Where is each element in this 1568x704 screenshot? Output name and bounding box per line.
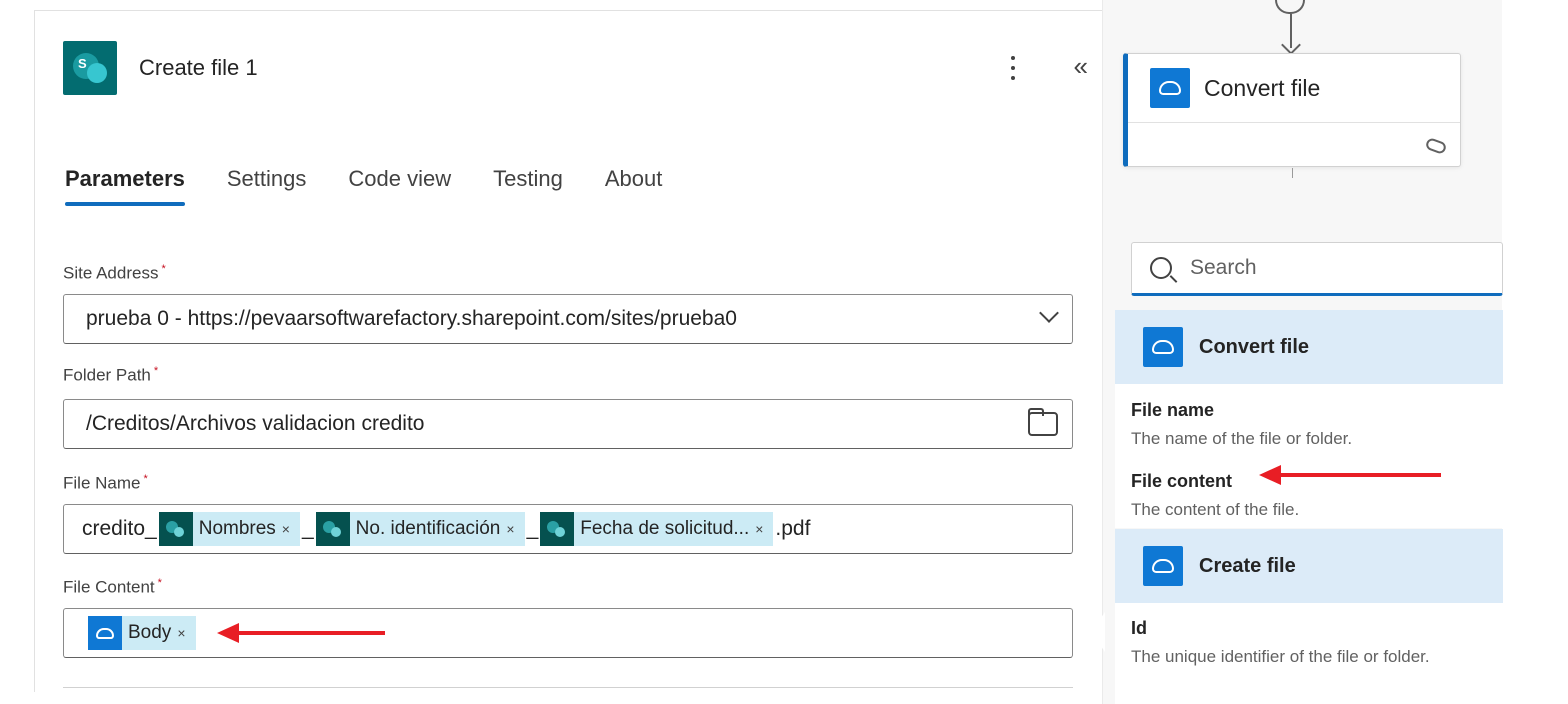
group-convert-file[interactable]: Convert file bbox=[1115, 310, 1503, 384]
collapse-icon[interactable]: « bbox=[1074, 51, 1089, 82]
file-name-prefix: credito_ bbox=[82, 517, 157, 540]
folder-path-value: /Creditos/Archivos validacion credito bbox=[86, 412, 425, 435]
chevron-down-icon[interactable] bbox=[1039, 303, 1059, 323]
annotation-arrow bbox=[1259, 465, 1441, 485]
folder-icon[interactable] bbox=[1028, 408, 1058, 436]
search-icon bbox=[1150, 257, 1172, 279]
cloud-icon bbox=[1143, 546, 1183, 586]
sharepoint-icon bbox=[315, 512, 350, 546]
dynamic-item-file-name[interactable]: File name The name of the file or folder… bbox=[1131, 400, 1501, 449]
remove-token-icon[interactable]: × bbox=[506, 521, 514, 537]
tab-bar: Parameters Settings Code view Testing Ab… bbox=[65, 166, 704, 206]
dynamic-item-file-content[interactable]: File content The content of the file. bbox=[1131, 471, 1501, 520]
node-title: Convert file bbox=[1204, 74, 1321, 101]
sharepoint-icon bbox=[540, 512, 575, 546]
token-body[interactable]: Body × bbox=[88, 616, 196, 650]
annotation-arrow bbox=[217, 623, 385, 643]
divider bbox=[63, 687, 1073, 688]
flow-connector bbox=[1275, 0, 1305, 14]
token-no-identificacion[interactable]: No. identificación × bbox=[315, 512, 525, 546]
action-title[interactable]: Create file 1 bbox=[139, 55, 258, 81]
tab-settings[interactable]: Settings bbox=[227, 166, 307, 206]
cloud-icon bbox=[1143, 327, 1183, 367]
cloud-icon bbox=[1150, 68, 1190, 108]
sharepoint-icon: S bbox=[63, 41, 117, 95]
panel-header: S Create file 1 « bbox=[63, 41, 1089, 95]
site-address-value: prueba 0 - https://pevaarsoftwarefactory… bbox=[86, 307, 737, 330]
site-address-label: Site Address * bbox=[63, 263, 166, 283]
file-name-label: File Name * bbox=[63, 473, 148, 493]
remove-token-icon[interactable]: × bbox=[755, 521, 763, 537]
file-name-separator: _ bbox=[526, 517, 539, 540]
folder-path-input[interactable]: /Creditos/Archivos validacion credito bbox=[63, 399, 1073, 449]
dynamic-content-search[interactable]: Search bbox=[1131, 242, 1503, 296]
file-name-separator: _ bbox=[301, 517, 314, 540]
remove-token-icon[interactable]: × bbox=[177, 625, 185, 641]
token-nombres[interactable]: Nombres × bbox=[158, 512, 300, 546]
file-name-input[interactable]: credito_ Nombres × _ No. identificación × … bbox=[63, 504, 1073, 554]
action-details-panel: S Create file 1 « Parameters Settings Co… bbox=[34, 10, 1102, 692]
more-icon[interactable] bbox=[1008, 53, 1018, 83]
file-content-label: File Content * bbox=[63, 577, 162, 597]
file-content-input[interactable]: Body × bbox=[63, 608, 1073, 658]
tab-testing[interactable]: Testing bbox=[493, 166, 563, 206]
tab-code-view[interactable]: Code view bbox=[348, 166, 451, 206]
flow-arrow-icon bbox=[1281, 35, 1301, 55]
convert-file-node[interactable]: Convert file bbox=[1123, 53, 1461, 167]
tab-about[interactable]: About bbox=[605, 166, 663, 206]
sharepoint-icon bbox=[158, 512, 193, 546]
callout-pointer bbox=[1091, 612, 1105, 652]
cloud-icon bbox=[88, 616, 122, 650]
flow-connector-line bbox=[1292, 168, 1293, 178]
token-fecha-solicitud[interactable]: Fecha de solicitud... × bbox=[540, 512, 774, 546]
dynamic-item-id[interactable]: Id The unique identifier of the file or … bbox=[1131, 618, 1501, 667]
search-placeholder: Search bbox=[1190, 256, 1257, 279]
file-name-suffix: .pdf bbox=[775, 517, 811, 540]
group-create-file[interactable]: Create file bbox=[1115, 529, 1503, 603]
remove-token-icon[interactable]: × bbox=[282, 521, 290, 537]
tab-parameters[interactable]: Parameters bbox=[65, 166, 185, 206]
link-icon[interactable] bbox=[1424, 136, 1448, 156]
folder-path-label: Folder Path * bbox=[63, 365, 159, 385]
designer-canvas-panel: Convert file Search Convert file File na… bbox=[1091, 0, 1503, 704]
site-address-dropdown[interactable]: prueba 0 - https://pevaarsoftwarefactory… bbox=[63, 294, 1073, 344]
